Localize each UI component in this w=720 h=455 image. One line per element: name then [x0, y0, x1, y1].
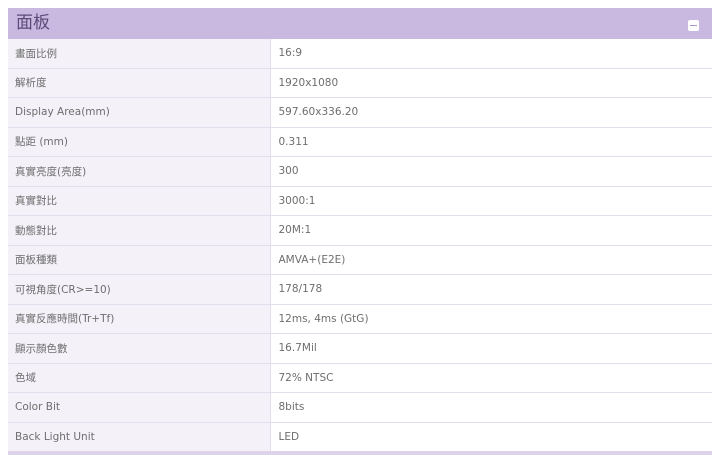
spec-value: 300: [270, 156, 712, 187]
spec-label: 色域: [8, 363, 271, 393]
spec-value: 20M:1: [270, 215, 712, 246]
spec-value: 16:9: [270, 39, 712, 69]
table-row: 真實反應時間(Tr+Tf) 12ms, 4ms (GtG): [8, 304, 712, 334]
spec-table: 畫面比例 16:9 解析度 1920x1080 Display Area(mm)…: [8, 39, 712, 451]
table-row: 面板種類 AMVA+(E2E): [8, 245, 712, 275]
spec-value: 0.311: [270, 127, 712, 157]
table-row: 可視角度(CR>=10) 178/178: [8, 274, 712, 305]
table-row: Back Light Unit LED: [8, 422, 712, 451]
spec-label: 真實反應時間(Tr+Tf): [8, 304, 271, 334]
spec-value: 1920x1080: [270, 68, 712, 98]
spec-value: 597.60x336.20: [270, 97, 712, 128]
spec-label: Display Area(mm): [8, 97, 271, 128]
spec-value: LED: [270, 422, 712, 451]
panel-header[interactable]: 面板: [8, 8, 712, 39]
panel-section: 面板 畫面比例 16:9 解析度 1920x1080 Display Area(…: [8, 8, 712, 455]
spec-label: 解析度: [8, 68, 271, 98]
spec-value: 12ms, 4ms (GtG): [270, 304, 712, 334]
spec-label: Color Bit: [8, 392, 271, 423]
spec-value: 16.7Mil: [270, 333, 712, 364]
minus-icon[interactable]: [688, 20, 699, 31]
table-row: 點距 (mm) 0.311: [8, 127, 712, 157]
table-row: 畫面比例 16:9: [8, 39, 712, 69]
table-row: 動態對比 20M:1: [8, 215, 712, 246]
spec-value: 178/178: [270, 274, 712, 305]
table-row: 真實亮度(亮度) 300: [8, 156, 712, 187]
spec-label: 真實亮度(亮度): [8, 156, 271, 187]
spec-label: 真實對比: [8, 186, 271, 216]
table-row: 解析度 1920x1080: [8, 68, 712, 98]
spec-value: 8bits: [270, 392, 712, 423]
spec-value: 72% NTSC: [270, 363, 712, 393]
spec-value: AMVA+(E2E): [270, 245, 712, 275]
spec-label: 動態對比: [8, 215, 271, 246]
spec-value: 3000:1: [270, 186, 712, 216]
spec-label: Back Light Unit: [8, 422, 271, 451]
spec-label: 顯示顏色數: [8, 333, 271, 364]
table-row: 真實對比 3000:1: [8, 186, 712, 216]
table-row: 色域 72% NTSC: [8, 363, 712, 393]
table-row: Color Bit 8bits: [8, 392, 712, 423]
spec-label: 可視角度(CR>=10): [8, 274, 271, 305]
spec-label: 點距 (mm): [8, 127, 271, 157]
table-row: 顯示顏色數 16.7Mil: [8, 333, 712, 364]
spec-label: 畫面比例: [8, 39, 271, 69]
spec-label: 面板種類: [8, 245, 271, 275]
table-row: Display Area(mm) 597.60x336.20: [8, 97, 712, 128]
panel-title: 面板: [16, 13, 50, 33]
